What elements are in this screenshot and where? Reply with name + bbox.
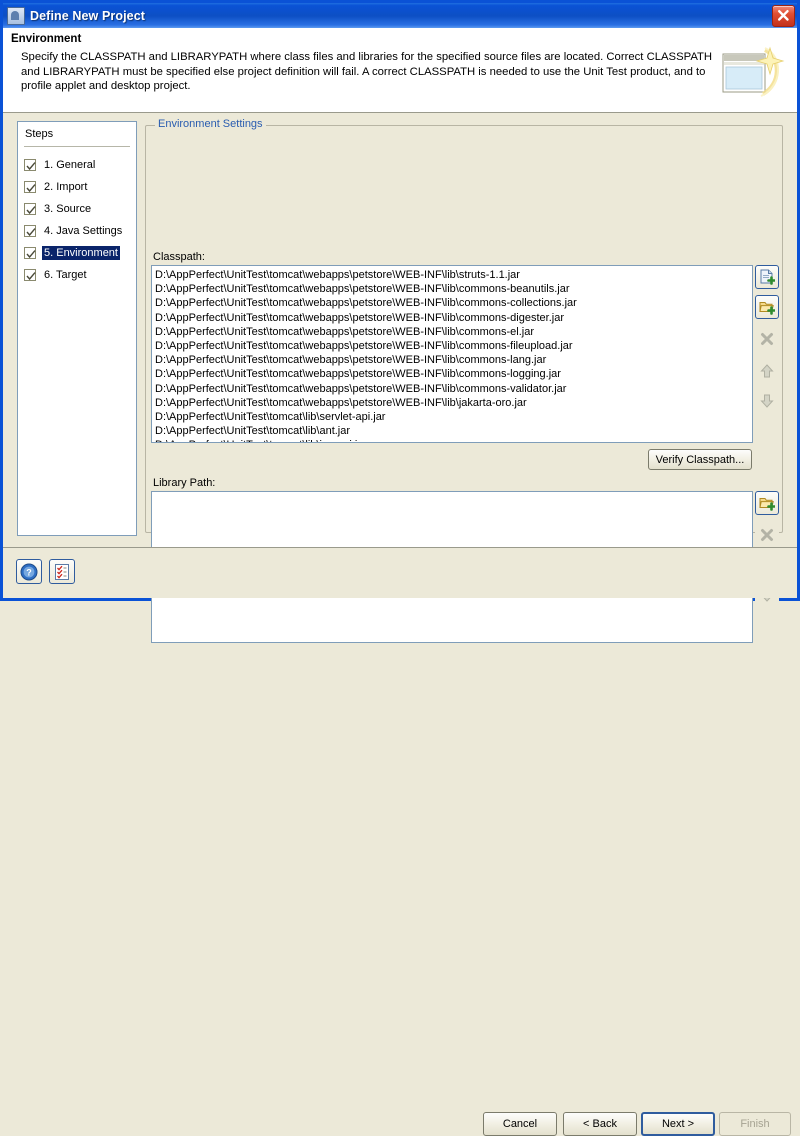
dialog-window: Define New Project Environment Specify t… [0,0,800,1136]
sidebar-item-general[interactable]: 1. General [24,154,134,176]
next-button[interactable]: Next > [641,1112,715,1136]
steps-divider [24,146,130,147]
list-item[interactable]: D:\AppPerfect\UnitTest\tomcat\webapps\pe… [155,325,752,339]
checkbox-checked-icon [24,203,36,215]
list-item[interactable]: D:\AppPerfect\UnitTest\tomcat\lib\jsp-ap… [155,438,752,442]
sidebar-item-target[interactable]: 6. Target [24,264,134,286]
list-item[interactable]: D:\AppPerfect\UnitTest\tomcat\lib\ant.ja… [155,424,752,438]
sidebar-item-label: 1. General [44,159,96,171]
list-item[interactable]: D:\AppPerfect\UnitTest\tomcat\webapps\pe… [155,339,752,353]
list-item[interactable]: D:\AppPerfect\UnitTest\tomcat\webapps\pe… [155,311,752,325]
svg-text:?: ? [26,567,32,577]
close-icon[interactable] [772,5,795,27]
sidebar-item-label: 2. Import [44,181,88,193]
checkbox-checked-icon [24,159,36,171]
list-item[interactable]: D:\AppPerfect\UnitTest\tomcat\webapps\pe… [155,382,752,396]
dialog-body: Steps 1. General 2. Import 3. Source 4. … [3,113,797,643]
checkbox-checked-icon [24,269,36,281]
title-bar: Define New Project [3,3,797,28]
verify-classpath-button[interactable]: Verify Classpath... [648,449,752,470]
list-item[interactable]: D:\AppPerfect\UnitTest\tomcat\webapps\pe… [155,396,752,410]
sidebar-item-java-settings[interactable]: 4. Java Settings [24,220,134,242]
group-title: Environment Settings [155,118,266,130]
back-button[interactable]: < Back [563,1112,637,1136]
help-icon[interactable]: ? [16,559,42,584]
page-description: Specify the CLASSPATH and LIBRARYPATH wh… [21,51,713,93]
list-item[interactable]: D:\AppPerfect\UnitTest\tomcat\webapps\pe… [155,268,752,282]
list-item[interactable]: D:\AppPerfect\UnitTest\tomcat\webapps\pe… [155,367,752,381]
app-icon [7,6,25,25]
steps-list: 1. General 2. Import 3. Source 4. Java S… [24,154,134,286]
add-folder-icon[interactable] [755,491,779,515]
move-down-icon [755,389,779,413]
window-title: Define New Project [30,8,146,23]
list-item[interactable]: D:\AppPerfect\UnitTest\tomcat\webapps\pe… [155,296,752,310]
header-banner: Environment Specify the CLASSPATH and LI… [3,28,797,113]
steps-title: Steps [25,128,54,140]
finish-button: Finish [719,1112,791,1136]
checkbox-checked-icon [24,247,36,259]
steps-panel: Steps 1. General 2. Import 3. Source 4. … [17,121,137,536]
window-sparkle-icon [719,44,785,102]
sidebar-item-label: 3. Source [44,203,92,215]
list-item[interactable]: D:\AppPerfect\UnitTest\tomcat\lib\servle… [155,410,752,424]
move-up-icon [755,359,779,383]
footer-bar: ? Cancel < Back Next > Finish [3,547,797,1136]
checkbox-checked-icon [24,225,36,237]
add-folder-icon[interactable] [755,295,779,319]
sidebar-item-source[interactable]: 3. Source [24,198,134,220]
sidebar-item-import[interactable]: 2. Import [24,176,134,198]
list-item[interactable]: D:\AppPerfect\UnitTest\tomcat\webapps\pe… [155,282,752,296]
list-item[interactable]: D:\AppPerfect\UnitTest\tomcat\webapps\pe… [155,353,752,367]
checklist-icon[interactable] [49,559,75,584]
cancel-button[interactable]: Cancel [483,1112,557,1136]
sidebar-item-label: 4. Java Settings [44,225,123,237]
sidebar-item-label: 5. Environment [42,246,120,260]
librarypath-label: Library Path: [153,477,216,489]
classpath-list[interactable]: D:\AppPerfect\UnitTest\tomcat\webapps\pe… [151,265,753,443]
remove-icon [755,327,779,351]
add-jar-icon[interactable] [755,265,779,289]
classpath-label: Classpath: [153,251,205,263]
remove-icon [755,523,779,547]
page-title: Environment [11,33,82,45]
sidebar-item-environment[interactable]: 5. Environment [24,242,134,264]
sidebar-item-label: 6. Target [44,269,87,281]
checkbox-checked-icon [24,181,36,193]
